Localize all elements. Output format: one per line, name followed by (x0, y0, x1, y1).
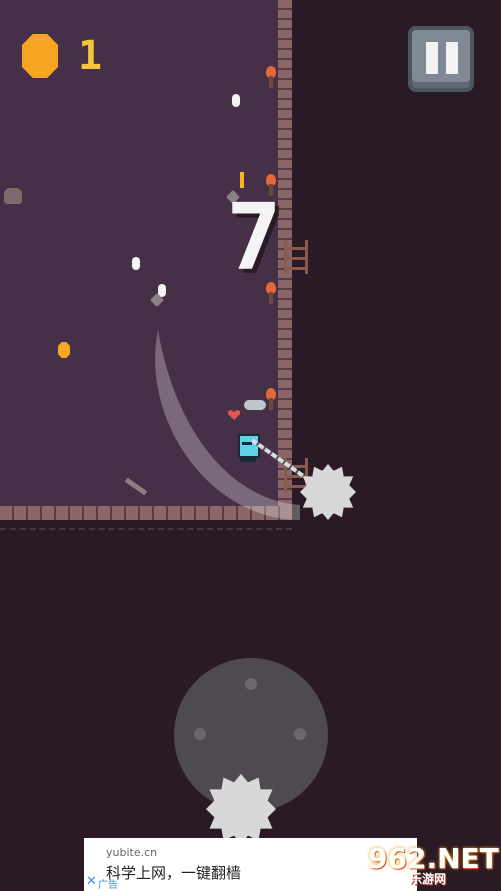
pellet (132, 257, 140, 270)
ad-close-icon[interactable]: ✕ (86, 874, 97, 889)
torch-icon (264, 388, 278, 410)
pellet (232, 94, 240, 107)
ad-domain: yubite.cn (106, 846, 158, 859)
ad-text: 科学上网，一键翻樯 (106, 864, 242, 882)
pause-button[interactable] (408, 26, 474, 92)
torch-icon (264, 66, 278, 88)
player-knight (236, 432, 260, 462)
coin-counter: 1 (22, 34, 102, 78)
watermark-sub: 乐游网 (410, 872, 447, 886)
skull-icon (4, 188, 22, 204)
cloud-icon (244, 400, 266, 410)
coin-count: 1 (78, 33, 103, 79)
site-watermark: 962.NET 乐游网 (350, 842, 499, 888)
coin-icon (22, 34, 58, 78)
score-counter: 7 (226, 184, 282, 291)
ad-label: 广告 (98, 880, 118, 891)
coin-pickup-icon (58, 342, 70, 358)
pause-icon (426, 42, 438, 74)
ladder (284, 240, 308, 274)
